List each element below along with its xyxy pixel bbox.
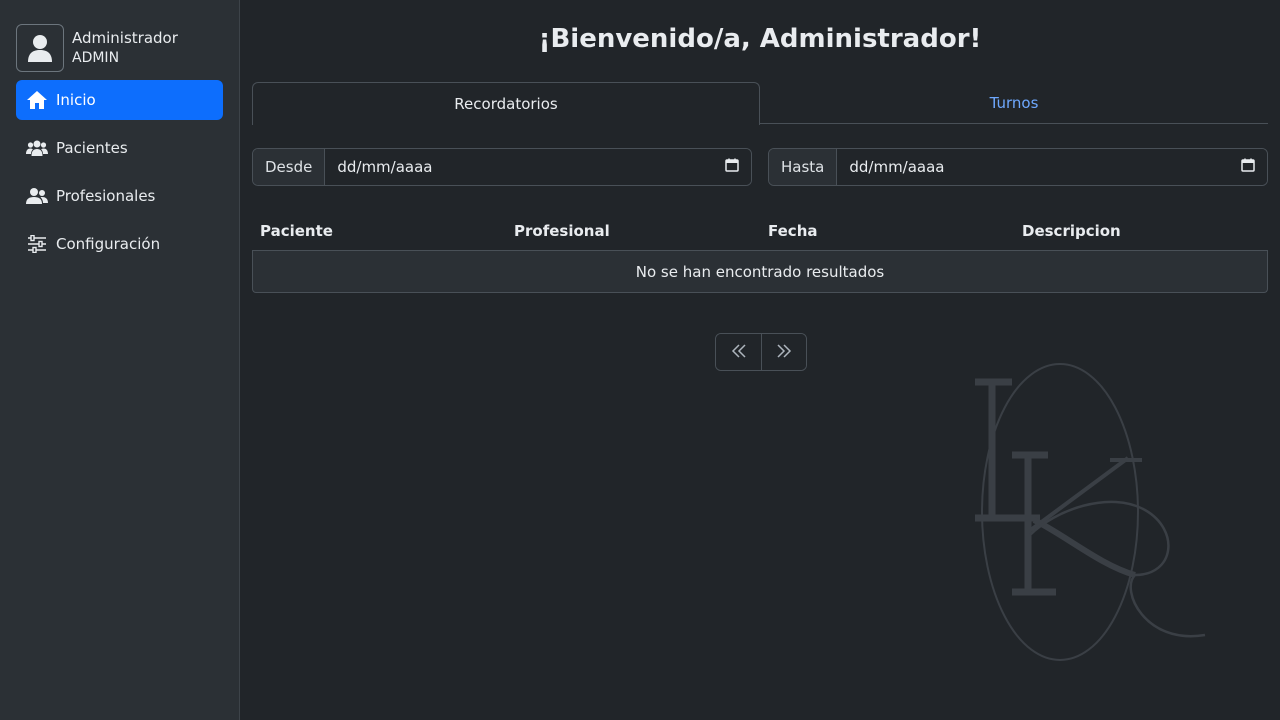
to-date-label: Hasta [769, 149, 838, 185]
calendar-icon[interactable] [1241, 158, 1255, 176]
user-avatar-icon [16, 24, 64, 72]
user-card: Administrador ADMIN [16, 24, 178, 72]
sidebar-item-label: Pacientes [56, 139, 128, 157]
sidebar-nav: Inicio Pacientes Profesionales Configura… [16, 80, 223, 272]
from-date-input[interactable]: dd/mm/aaaa [325, 149, 751, 185]
sidebar-item-label: Profesionales [56, 187, 156, 205]
next-page-button[interactable] [761, 334, 806, 370]
sidebar-item-pacientes[interactable]: Pacientes [16, 128, 223, 168]
previous-page-button[interactable] [716, 334, 761, 370]
home-icon [26, 89, 48, 111]
sidebar-item-inicio[interactable]: Inicio [16, 80, 223, 120]
user-role: ADMIN [72, 49, 120, 66]
from-date-label: Desde [253, 149, 326, 185]
logo-watermark [970, 360, 1210, 674]
sidebar-item-profesionales[interactable]: Profesionales [16, 176, 223, 216]
sliders-icon [26, 233, 48, 255]
app: Administrador ADMIN Inicio Pacientes Pro… [0, 0, 1280, 720]
users-icon [26, 137, 48, 159]
to-date-input[interactable]: dd/mm/aaaa [837, 149, 1267, 185]
column-header-fecha: Fecha [768, 222, 818, 240]
user-group-icon [26, 185, 48, 207]
sidebar: Administrador ADMIN Inicio Pacientes Pro… [0, 0, 240, 720]
reminders-table: Paciente Profesional Fecha Descripcion N… [252, 212, 1268, 293]
sidebar-item-label: Configuración [56, 235, 161, 253]
date-filters: Desde dd/mm/aaaa Hasta dd/mm/aaaa [252, 148, 1268, 186]
user-name: Administrador [72, 28, 178, 47]
from-date-group: Desde dd/mm/aaaa [252, 148, 752, 186]
user-info: Administrador ADMIN [72, 29, 178, 67]
tab-turnos[interactable]: Turnos [760, 82, 1268, 124]
page-title: ¡Bienvenido/a, Administrador! [538, 24, 982, 54]
tab-recordatorios[interactable]: Recordatorios [252, 82, 760, 125]
column-header-descripcion: Descripcion [1022, 222, 1121, 240]
empty-results-message: No se han encontrado resultados [252, 251, 1268, 293]
table-header: Paciente Profesional Fecha Descripcion [252, 212, 1268, 251]
tab-bar: Recordatorios Turnos [252, 82, 1268, 125]
to-date-value: dd/mm/aaaa [849, 158, 945, 176]
calendar-icon[interactable] [725, 158, 739, 176]
sidebar-item-configuracion[interactable]: Configuración [16, 224, 223, 264]
pagination [715, 333, 807, 371]
main-content: ¡Bienvenido/a, Administrador! Recordator… [240, 0, 1280, 720]
sidebar-item-label: Inicio [56, 91, 96, 109]
column-header-profesional: Profesional [514, 222, 610, 240]
from-date-value: dd/mm/aaaa [337, 158, 433, 176]
to-date-group: Hasta dd/mm/aaaa [768, 148, 1268, 186]
column-header-paciente: Paciente [260, 222, 333, 240]
chevrons-right-icon [776, 343, 792, 362]
chevrons-left-icon [731, 343, 747, 362]
